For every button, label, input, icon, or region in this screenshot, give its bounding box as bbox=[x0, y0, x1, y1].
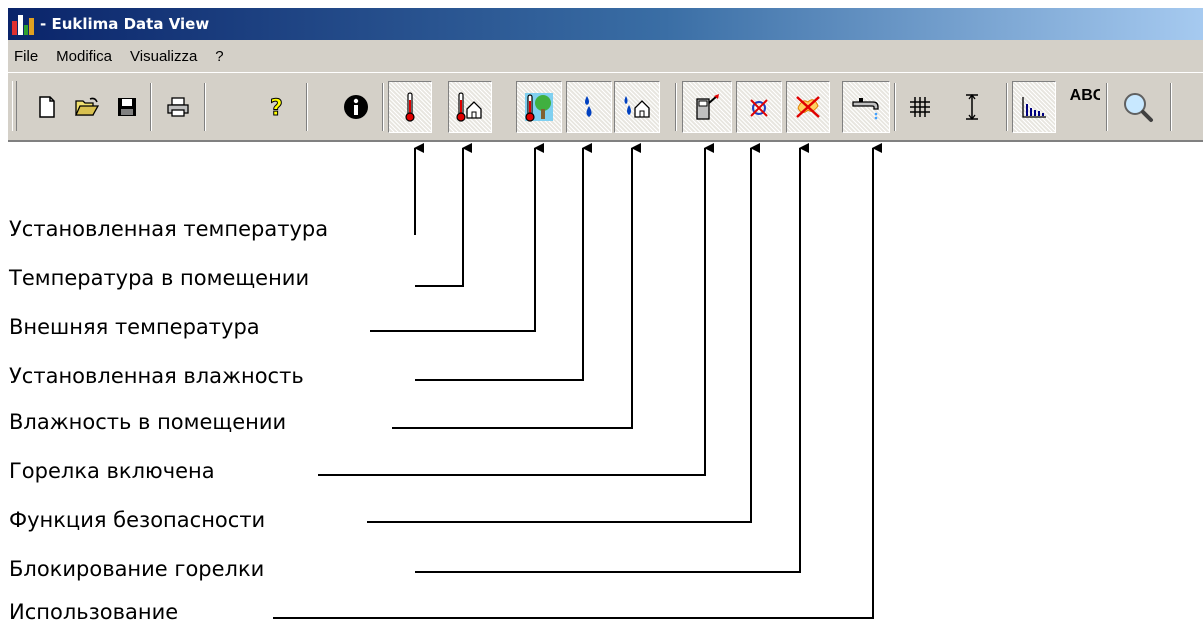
label-room-temperature: Температура в помещении bbox=[9, 266, 310, 290]
label-burner-lock: Блокирование горелки bbox=[9, 557, 265, 581]
arrow-outdoor-temperature bbox=[370, 143, 544, 332]
arrow-set-humidity bbox=[415, 143, 592, 381]
label-outdoor-temperature: Внешняя температура bbox=[9, 315, 260, 339]
label-usage: Использование bbox=[9, 600, 179, 624]
arrow-usage bbox=[273, 143, 882, 619]
label-set-temperature: Установленная температура bbox=[9, 217, 329, 241]
arrow-burner-on bbox=[318, 143, 714, 476]
label-safety-function: Функция безопасности bbox=[9, 508, 266, 532]
arrow-room-humidity bbox=[392, 143, 641, 429]
annotation-arrows bbox=[273, 143, 882, 619]
arrow-room-temperature bbox=[415, 143, 472, 287]
label-burner-on: Горелка включена bbox=[9, 459, 215, 483]
arrow-burner-lock bbox=[415, 143, 809, 573]
arrow-safety-function bbox=[367, 143, 760, 523]
label-set-humidity: Установленная влажность bbox=[9, 364, 304, 388]
label-room-humidity: Влажность в помещении bbox=[9, 410, 287, 434]
